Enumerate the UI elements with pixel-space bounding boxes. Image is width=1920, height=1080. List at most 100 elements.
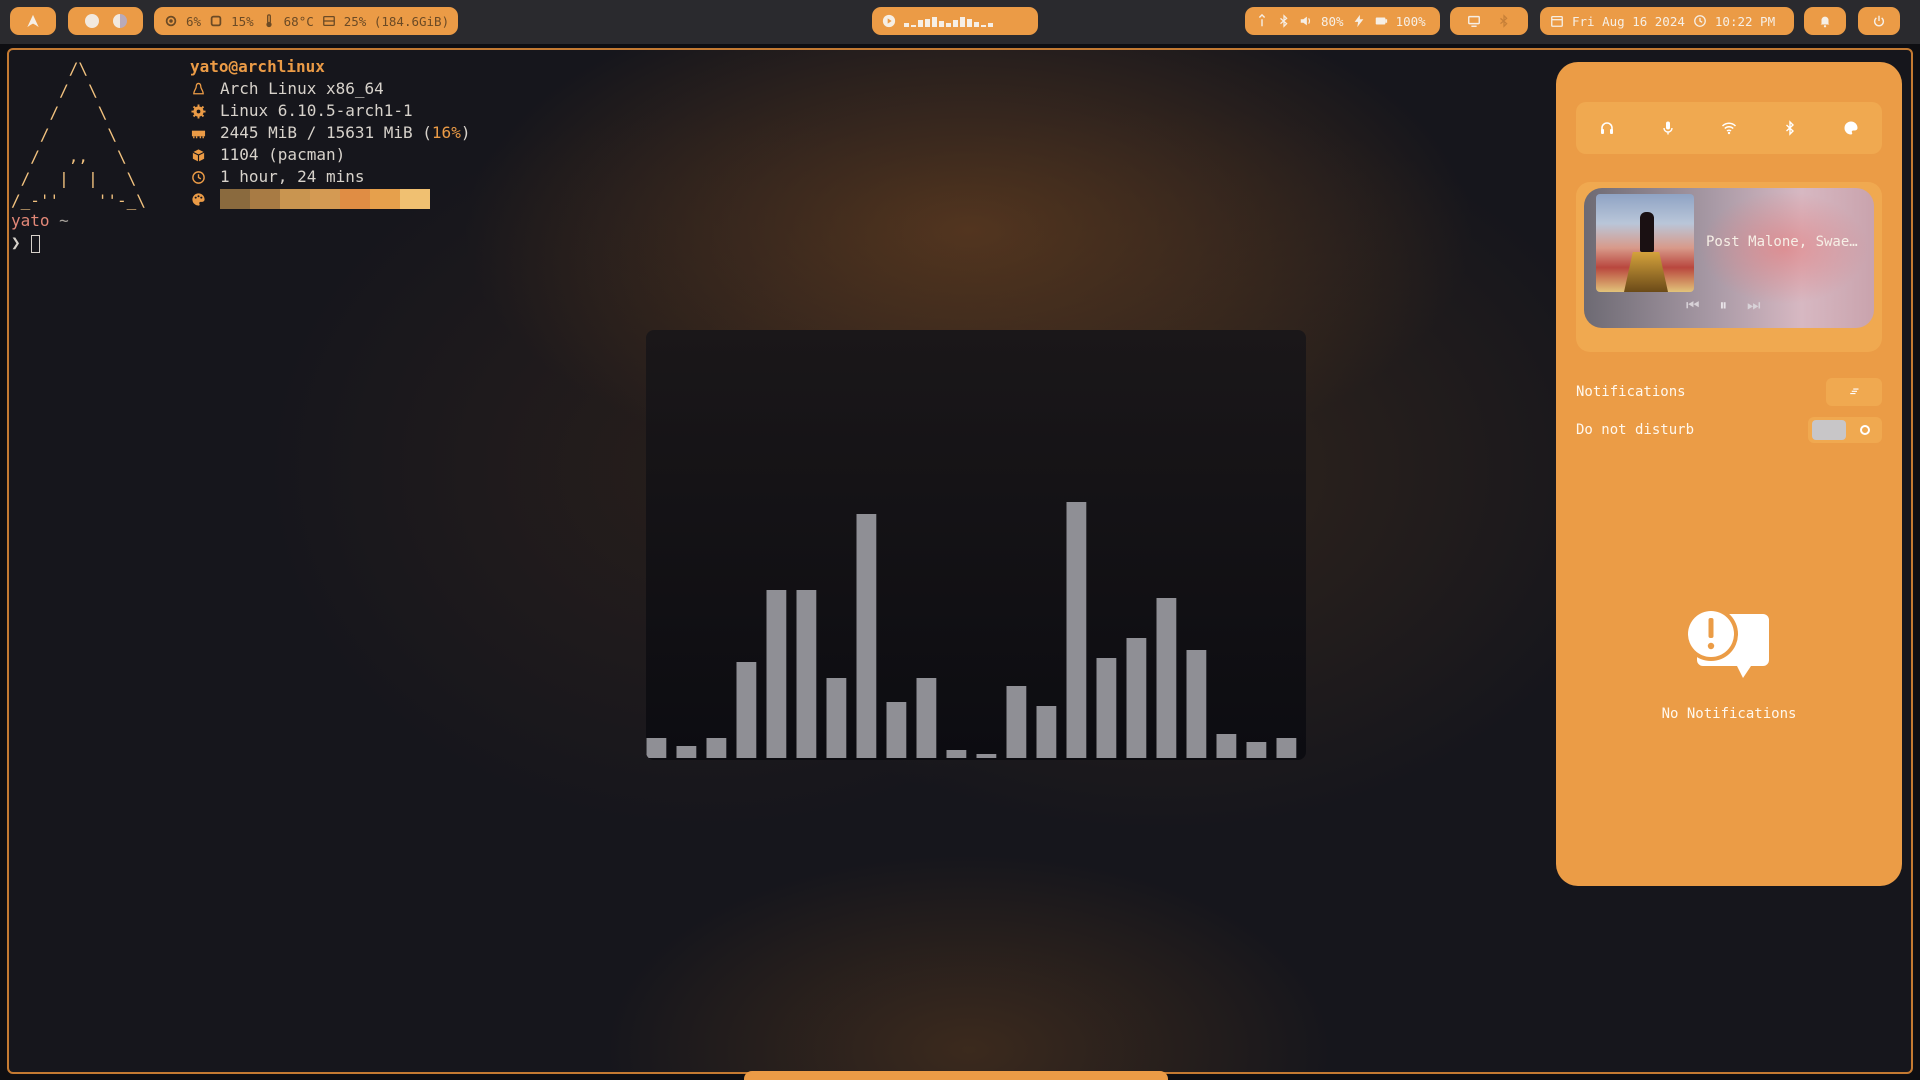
prompt-line-1: yato ~ xyxy=(11,210,69,232)
visualizer-bar xyxy=(1006,686,1027,758)
previous-button[interactable]: ⏮ xyxy=(1686,296,1700,314)
prompt-line-2: ❯ xyxy=(11,232,69,254)
workspace-1[interactable] xyxy=(84,14,99,28)
mini-visualizer-bar xyxy=(911,25,916,27)
dnd-row: Do not disturb xyxy=(1576,416,1882,444)
notifications-header: Notifications xyxy=(1576,378,1882,406)
mini-visualizer-bar xyxy=(974,22,979,27)
text-cursor xyxy=(30,234,40,253)
network-icon[interactable] xyxy=(1255,14,1269,28)
prompt-dir: ~ xyxy=(59,211,69,230)
bluetooth-tray-icon[interactable] xyxy=(1497,14,1511,28)
palette-icon[interactable] xyxy=(1843,120,1859,136)
mem-value: 15% xyxy=(231,13,254,29)
mini-visualizer-bar xyxy=(904,23,909,27)
palette-swatch xyxy=(250,189,280,209)
visualizer-bar xyxy=(796,590,817,758)
power-icon xyxy=(1872,14,1886,28)
fetch-info: yato@archlinux Arch Linux x86_64 Linux 6… xyxy=(190,56,470,210)
dnd-toggle[interactable] xyxy=(1808,417,1882,443)
lightning-icon xyxy=(1352,14,1366,28)
fetch-row-kernel: Linux 6.10.5-arch1-1 xyxy=(190,100,470,122)
visualizer-bar xyxy=(1066,502,1087,758)
prompt-user: yato xyxy=(11,211,50,230)
system-tray: 80% 100% xyxy=(1245,7,1440,35)
audio-visualizer xyxy=(646,330,1306,760)
bluetooth-icon[interactable] xyxy=(1782,120,1798,136)
os-text: Arch Linux x86_64 xyxy=(220,79,384,98)
bell-icon xyxy=(1818,14,1832,28)
mini-visualizer-bar xyxy=(918,20,923,27)
memory-tail: ) xyxy=(460,123,471,142)
palette-swatch xyxy=(370,189,400,209)
wifi-icon[interactable] xyxy=(1721,120,1737,136)
mini-visualizer-bar xyxy=(981,25,986,27)
mini-visualizer xyxy=(904,15,993,27)
battery-icon xyxy=(1374,14,1388,28)
clear-all-icon xyxy=(1848,386,1860,398)
monitor-icon[interactable] xyxy=(1467,14,1481,28)
memory-percent: 16% xyxy=(431,123,461,142)
palette-icon xyxy=(190,191,206,207)
memory-icon xyxy=(209,14,223,28)
memory-icon xyxy=(190,125,206,141)
ascii-logo: /\ / \ / \ / \ / ,, \ / | | \ /_-'' ''-_… xyxy=(11,59,146,210)
shell-prompt[interactable]: yato ~ ❯ xyxy=(11,210,69,254)
clear-notifications-button[interactable] xyxy=(1826,378,1882,406)
dnd-label: Do not disturb xyxy=(1576,422,1695,438)
package-icon xyxy=(190,147,206,163)
clock-widget[interactable]: Fri Aug 16 2024 10:22 PM xyxy=(1540,7,1794,35)
media-widget[interactable] xyxy=(872,7,1038,35)
headphones-icon[interactable] xyxy=(1599,120,1615,136)
time-text: 10:22 PM xyxy=(1714,13,1776,29)
workspace-2[interactable] xyxy=(112,14,127,28)
media-card: Post Malone, Swae Lee - Sunflower ⏮ ⏸ ⏭ xyxy=(1576,182,1882,352)
mini-visualizer-bar xyxy=(946,23,951,27)
tray-icons xyxy=(1450,7,1528,35)
visualizer-bar xyxy=(736,662,757,758)
power-value: 100% xyxy=(1395,13,1426,29)
notification-button[interactable] xyxy=(1804,7,1846,35)
mini-visualizer-bar xyxy=(932,17,937,27)
visualizer-bars xyxy=(646,502,1297,758)
launcher-button[interactable] xyxy=(10,7,56,35)
mini-visualizer-bar xyxy=(925,19,930,27)
bluetooth-icon[interactable] xyxy=(1277,14,1291,28)
palette-swatch xyxy=(310,189,340,209)
palette-swatch xyxy=(400,189,430,209)
kernel-text: Linux 6.10.5-arch1-1 xyxy=(220,101,413,120)
system-stats: 6% 15% 68°C 25% (184.6GiB) xyxy=(154,7,458,35)
microphone-icon[interactable] xyxy=(1660,120,1676,136)
cpu-icon xyxy=(164,14,178,28)
clock-icon xyxy=(1693,14,1707,28)
visualizer-bar xyxy=(1186,650,1207,758)
volume-value: 80% xyxy=(1321,13,1344,29)
next-button[interactable]: ⏭ xyxy=(1747,296,1761,314)
visualizer-bar xyxy=(1216,734,1237,758)
control-center: Post Malone, Swae Lee - Sunflower ⏮ ⏸ ⏭ … xyxy=(1556,62,1902,886)
visualizer-bar xyxy=(976,754,997,758)
power-button[interactable] xyxy=(1858,7,1900,35)
visualizer-bar xyxy=(1096,658,1117,758)
fetch-row-memory: 2445 MiB / 15631 MiB (16%) xyxy=(190,122,470,144)
dock[interactable] xyxy=(744,1071,1168,1080)
visualizer-bar xyxy=(946,750,967,758)
mini-visualizer-bar xyxy=(988,23,993,27)
packages-text: 1104 (pacman) xyxy=(220,145,346,164)
gear-icon xyxy=(190,103,206,119)
date-text: Fri Aug 16 2024 xyxy=(1572,13,1685,29)
play-circle-icon[interactable] xyxy=(882,14,896,28)
arch-logo-icon xyxy=(26,14,40,28)
visualizer-bar xyxy=(1036,706,1057,758)
mini-visualizer-bar xyxy=(960,17,965,27)
uptime-text: 1 hour, 24 mins xyxy=(220,167,365,186)
no-notifications-icon xyxy=(1684,607,1769,678)
visualizer-bar xyxy=(886,702,907,758)
tux-icon xyxy=(190,81,206,97)
visualizer-bar xyxy=(706,738,727,758)
color-palette xyxy=(220,189,430,209)
fetch-row-uptime: 1 hour, 24 mins xyxy=(190,166,470,188)
play-pause-button[interactable]: ⏸ xyxy=(1720,296,1728,314)
top-bar: 6% 15% 68°C 25% (184.6GiB) 80% 100% Fri … xyxy=(0,0,1920,44)
volume-icon[interactable] xyxy=(1299,14,1313,28)
